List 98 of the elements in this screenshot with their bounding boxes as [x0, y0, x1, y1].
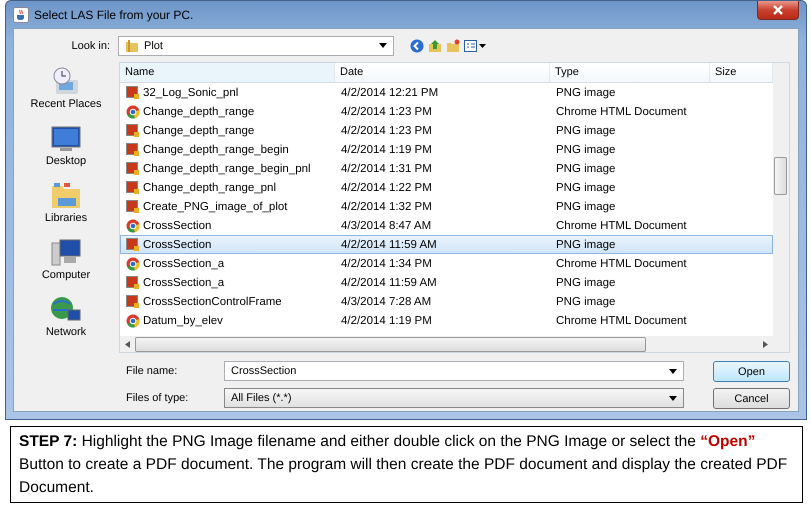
- image-file-icon: [126, 238, 140, 252]
- file-name: Change_depth_range_begin_pnl: [143, 162, 311, 174]
- date-cell-text: 4/3/2014 8:47 AM: [340, 220, 432, 232]
- type-cell-text: PNG image: [555, 124, 616, 136]
- window-title: Select LAS File from your PC.: [34, 8, 194, 22]
- caret-icon: [669, 396, 677, 400]
- file-row[interactable]: CrossSection_a 4/2/2014 11:59 AM PNG image: [120, 273, 773, 292]
- date-cell-text: 4/2/2014 1:31 PM: [340, 162, 433, 174]
- date-cell-text: 4/2/2014 1:23 PM: [340, 124, 433, 136]
- cancel-button[interactable]: Cancel: [713, 388, 790, 409]
- file-type-label: Files of type:: [125, 392, 190, 404]
- file-name-label: File name:: [125, 365, 178, 377]
- scroll-right-icon[interactable]: [763, 340, 768, 348]
- file-name: CrossSection_a: [143, 258, 224, 270]
- file-row[interactable]: Datum_by_elev 4/2/2014 1:19 PM Chrome HTML Document: [120, 311, 773, 330]
- place-label[interactable]: Computer: [42, 269, 90, 281]
- look-in-label: Look in:: [70, 40, 111, 52]
- file-row[interactable]: CrossSection_a 4/2/2014 1:34 PM Chrome HTML Document: [120, 254, 773, 273]
- file-row[interactable]: CrossSection 4/3/2014 8:47 AM Chrome HTML Document: [120, 216, 773, 235]
- file-row[interactable]: Change_depth_range 4/2/2014 1:23 PM PNG image: [120, 121, 773, 140]
- browser-icon: [126, 256, 140, 270]
- type-cell-text: Chrome HTML Document: [555, 106, 688, 118]
- file-row[interactable]: CrossSection 4/2/2014 11:59 AM PNG image: [120, 235, 773, 254]
- caret-icon: [669, 368, 677, 374]
- column-header[interactable]: Type: [550, 63, 710, 82]
- place-label[interactable]: Network: [46, 326, 86, 338]
- file-name-field[interactable]: CrossSection: [224, 361, 684, 381]
- file-row[interactable]: CrossSectionControlFrame 4/3/2014 7:28 AM PNG image: [120, 292, 773, 311]
- horizontal-scrollbar[interactable]: [120, 336, 773, 352]
- type-cell-text: PNG image: [555, 276, 616, 288]
- place-label[interactable]: Desktop: [46, 155, 86, 167]
- browser-icon: [126, 104, 140, 118]
- file-name: 32_Log_Sonic_pnl: [143, 86, 238, 98]
- type-cell-text: Chrome HTML Document: [555, 314, 688, 326]
- open-button[interactable]: Open: [713, 361, 790, 382]
- up-folder-icon[interactable]: [428, 38, 442, 52]
- coffee-cup-icon: [13, 6, 29, 22]
- browser-icon: [126, 314, 140, 328]
- browser-icon: [126, 218, 140, 232]
- close-icon: [773, 5, 783, 15]
- file-row[interactable]: 32_Log_Sonic_pnl 4/2/2014 12:21 PM PNG image: [120, 83, 773, 102]
- column-header[interactable]: Name: [120, 63, 335, 82]
- type-cell-text: PNG image: [555, 296, 616, 308]
- date-cell-text: 4/2/2014 11:59 AM: [340, 276, 438, 288]
- caret-icon: [379, 43, 387, 48]
- vertical-scrollbar[interactable]: [773, 63, 789, 352]
- file-name: Change_depth_range_pnl: [143, 182, 276, 194]
- file-row[interactable]: Create_PNG_image_of_plot 4/2/2014 1:32 PM PNG image: [120, 197, 773, 216]
- column-header[interactable]: Date: [335, 63, 550, 82]
- file-type-dropdown[interactable]: All Files (*.*): [224, 388, 684, 408]
- place-label[interactable]: Libraries: [44, 212, 88, 224]
- file-name: Change_depth_range: [143, 106, 254, 118]
- date-cell-text: 4/2/2014 11:59 AM: [340, 238, 438, 250]
- back-icon[interactable]: [410, 38, 424, 52]
- type-cell-text: Chrome HTML Document: [555, 258, 688, 270]
- close-button[interactable]: [757, 1, 799, 20]
- date-cell-text: 4/2/2014 1:34 PM: [340, 258, 433, 270]
- type-cell-text: PNG image: [555, 182, 616, 194]
- date-cell-text: 4/2/2014 1:19 PM: [340, 314, 433, 326]
- folder-icon: [125, 38, 139, 52]
- date-cell-text: 4/3/2014 7:28 AM: [340, 296, 432, 308]
- image-file-icon: [126, 200, 140, 214]
- view-menu-icon[interactable]: [464, 38, 486, 52]
- file-row[interactable]: Change_depth_range 4/2/2014 1:23 PM Chrome HTML Document: [120, 102, 773, 121]
- file-name: CrossSection: [143, 220, 212, 232]
- image-file-icon: [126, 180, 140, 194]
- step-caption: STEP 7: Highlight the PNG Image filename and either double click on the PNG Image or select the “Open” Button to create a PDF document. The program will then create the PDF document and display the created PDF Document.: [10, 426, 803, 503]
- file-name: CrossSection: [143, 238, 212, 250]
- place-label[interactable]: Recent Places: [30, 98, 102, 110]
- image-file-icon: [126, 86, 140, 100]
- type-cell-text: PNG image: [555, 86, 616, 98]
- date-cell-text: 4/2/2014 1:22 PM: [340, 182, 433, 194]
- file-name: Create_PNG_image_of_plot: [143, 200, 288, 212]
- file-name: CrossSectionControlFrame: [143, 296, 282, 308]
- date-cell-text: 4/2/2014 1:19 PM: [340, 144, 433, 156]
- type-cell-text: PNG image: [555, 238, 616, 250]
- file-name: Change_depth_range: [143, 124, 254, 136]
- type-cell-text: PNG image: [555, 200, 616, 212]
- file-row[interactable]: Change_depth_range_pnl 4/2/2014 1:22 PM PNG image: [120, 178, 773, 197]
- type-cell-text: PNG image: [555, 144, 616, 156]
- image-file-icon: [126, 162, 140, 176]
- image-file-icon: [126, 294, 140, 308]
- scroll-left-icon[interactable]: [125, 340, 130, 348]
- type-cell-text: PNG image: [555, 162, 616, 174]
- file-row[interactable]: Change_depth_range_begin 4/2/2014 1:19 PM PNG image: [120, 140, 773, 159]
- image-file-icon: [126, 276, 140, 290]
- new-folder-icon[interactable]: [446, 38, 460, 52]
- date-cell-text: 4/2/2014 12:21 PM: [340, 86, 440, 98]
- look-in-dropdown[interactable]: Plot: [118, 36, 394, 56]
- image-file-icon: [126, 124, 140, 138]
- file-name: Datum_by_elev: [143, 314, 223, 326]
- file-name: CrossSection_a: [143, 276, 224, 288]
- file-name: Change_depth_range_begin: [143, 144, 289, 156]
- type-cell-text: Chrome HTML Document: [555, 220, 688, 232]
- image-file-icon: [126, 142, 140, 156]
- file-row[interactable]: Change_depth_range_begin_pnl 4/2/2014 1:31 PM PNG image: [120, 159, 773, 178]
- date-cell-text: 4/2/2014 1:32 PM: [340, 200, 433, 212]
- date-cell-text: 4/2/2014 1:23 PM: [340, 106, 433, 118]
